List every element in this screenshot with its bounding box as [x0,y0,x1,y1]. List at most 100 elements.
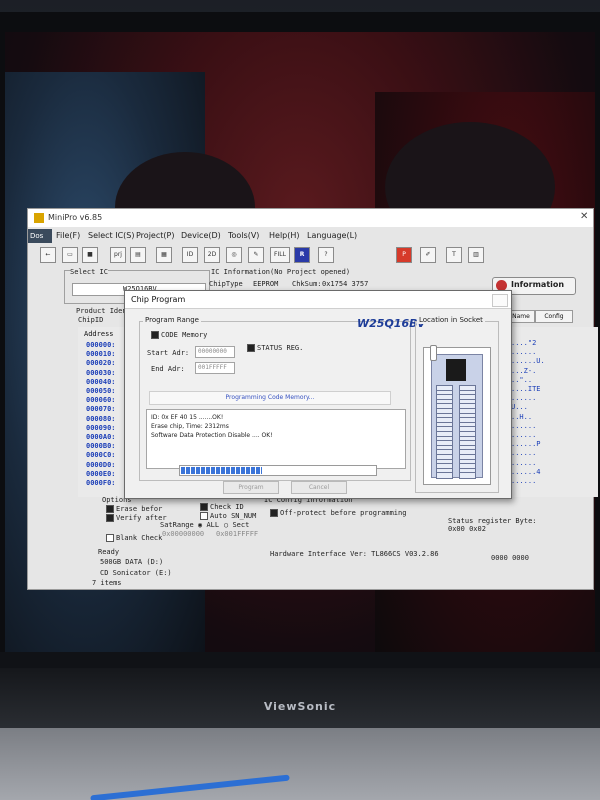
status-register-label: Status register Byte: [448,517,537,525]
menu-tools[interactable]: Tools(V) [228,231,259,240]
status-reg-option[interactable]: STATUS REG. [247,344,303,352]
toolbar: ← ▭ ■ prj ▤ ▦ ID 2D ◎ ✎ FILL R ? P ✐ T ▥ [28,243,593,267]
verify-after-label: Verify after [116,514,167,522]
off-protect-option[interactable]: Off-protect before programming [270,509,406,517]
hardware-interface: Hardware Interface Ver: TL866CS V03.2.86 [270,550,439,558]
r-icon[interactable]: R [294,247,310,263]
read-icon[interactable]: ▤ [130,247,146,263]
range-to-field[interactable]: 0x001FFFFF [216,530,258,538]
help-icon[interactable]: ? [318,247,334,263]
range-from-field[interactable]: 0x00000000 [162,530,204,538]
ascii-cell: ...... [511,449,537,458]
verify-after-option[interactable]: Verify after [106,514,167,522]
chipid-label: ChipID [78,316,104,324]
ascii-cell: ......4 [511,467,541,476]
address-cell: 000080: [86,414,116,423]
explorer-drive-e[interactable]: CD Sonicator (E:) [100,569,172,577]
status-ready: Ready [98,548,120,556]
checkbox-checked-icon [151,331,159,339]
menu-language[interactable]: Language(L) [307,231,357,240]
id-icon[interactable]: ID [182,247,198,263]
window-titlebar: MiniPro v6.85 ✕ [28,209,593,227]
checkbox-icon [200,512,208,520]
save-icon[interactable]: ■ [82,247,98,263]
log-box: ID: 0x EF 40 15 .......OK! Erase chip, T… [146,409,406,469]
ascii-cell: ......P [511,440,541,449]
start-adr-label: Start Adr: [147,349,190,357]
address-header: Address [84,330,114,338]
check-id-option[interactable]: Check ID [200,503,244,511]
progress-bar [179,465,377,476]
address-cell: 0000B0: [86,442,116,451]
range-sect-option[interactable]: ○ Sect [224,521,249,529]
auto-sn-label: Auto SN_NUM [210,512,257,520]
blank-check-icon[interactable]: ◎ [226,247,242,263]
address-cell: 000090: [86,423,116,432]
code-memory-option[interactable]: CODE Memory [151,331,207,339]
socket-lever [430,345,437,361]
program-button[interactable]: Program [223,481,279,494]
erase-before-option[interactable]: Erase befor [106,505,162,513]
checkbox-icon [106,534,114,542]
range-all-label: ALL [206,521,220,529]
address-cell: 000070: [86,405,116,414]
end-adr-label: End Adr: [151,365,185,373]
verify-icon[interactable]: 2D [204,247,220,263]
socket-icon[interactable]: ▥ [468,247,484,263]
range-all-option[interactable]: ◉ ALL [198,521,219,529]
explorer-drive-d[interactable]: 500GB DATA (D:) [100,558,163,566]
check-id-label: Check ID [210,503,244,511]
desk [0,728,600,800]
address-cell: 000020: [86,359,116,368]
checkbox-checked-icon [247,344,255,352]
open-file-icon[interactable]: ▭ [62,247,78,263]
menu-select-ic[interactable]: Select IC(S) [88,231,135,240]
back-arrow-icon[interactable]: ← [40,247,56,263]
status-register-values: 0x00 0x02 [448,525,486,533]
menu-file[interactable]: File(F) [56,231,80,240]
menubar: File(F) Select IC(S) Project(P) Device(D… [28,229,593,243]
ascii-cell: ...... [511,348,537,357]
log-line: Software Data Protection Disable .... OK… [151,432,273,439]
app-icon [34,213,44,223]
erase-icon[interactable]: ✎ [248,247,264,263]
address-cell: 000030: [86,368,116,377]
ascii-cell: U... [511,403,528,412]
tab-config[interactable]: Config [535,310,573,323]
checkbox-checked-icon [200,503,208,511]
address-cell: 0000E0: [86,469,116,478]
ascii-cell: ...... [511,394,537,403]
checkbox-checked-icon [106,514,114,522]
test-icon[interactable]: T [446,247,462,263]
menu-project[interactable]: Project(P) [136,231,174,240]
address-cell: 000040: [86,377,116,386]
cancel-button[interactable]: Cancel [291,481,347,494]
chip-in-socket [446,359,466,381]
address-cell: 0000A0: [86,433,116,441]
erase-before-label: Erase befor [116,505,163,513]
write-icon[interactable]: ▦ [156,247,172,263]
p-icon[interactable]: P [396,247,412,263]
monitor-bezel [0,668,600,728]
menu-help[interactable]: Help(H) [269,231,300,240]
chip-program-dialog: Chip Program Program Range W25Q16BV CODE… [124,290,512,499]
dialog-close-icon[interactable] [492,294,508,307]
menu-device[interactable]: Device(D) [181,231,221,240]
dialog-title: Chip Program [131,295,186,304]
product-ident-label: Product Ident [76,307,131,315]
location-in-socket-label: Location in Socket [417,316,485,324]
edit-icon[interactable]: ✐ [420,247,436,263]
range-sect-label: Sect [232,521,250,529]
monitor-brand-logo: ViewSonic [263,700,337,713]
address-cell: 0000F0: [86,479,116,487]
auto-sn-option[interactable]: Auto SN_NUM [200,512,256,520]
socket-pin [459,472,476,480]
fill-icon[interactable]: FILL [270,247,290,263]
zif-socket [430,345,483,480]
blank-check-option[interactable]: Blank Check [106,534,162,542]
log-line: ID: 0x EF 40 15 .......OK! [151,414,224,421]
close-icon[interactable]: ✕ [580,211,588,222]
start-adr-field[interactable]: 00000000 [195,346,235,358]
end-adr-field[interactable]: 001FFFFF [195,362,235,374]
project-icon[interactable]: prj [110,247,126,263]
